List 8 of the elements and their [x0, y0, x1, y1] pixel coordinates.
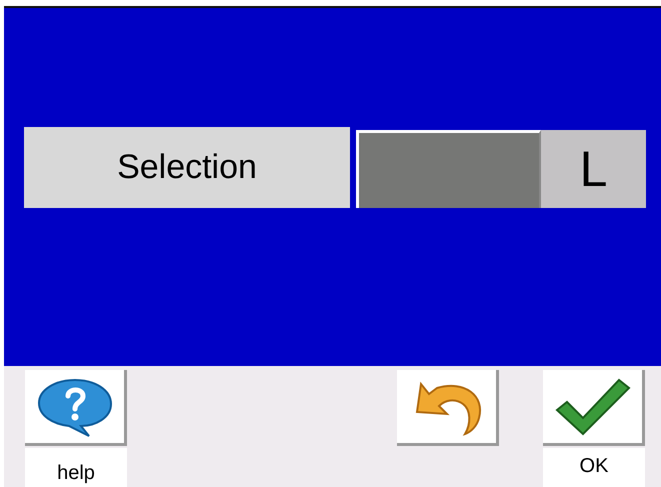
selection-field[interactable]: [356, 130, 541, 208]
button-caption: help: [25, 448, 127, 487]
toolbar-button[interactable]: [543, 370, 645, 446]
toolbar-button[interactable]: [397, 370, 499, 446]
button-caption: OK: [543, 448, 645, 487]
selection-label: Selection: [24, 126, 350, 208]
toolbar-button[interactable]: [25, 370, 127, 446]
selection-value: L: [541, 130, 646, 208]
